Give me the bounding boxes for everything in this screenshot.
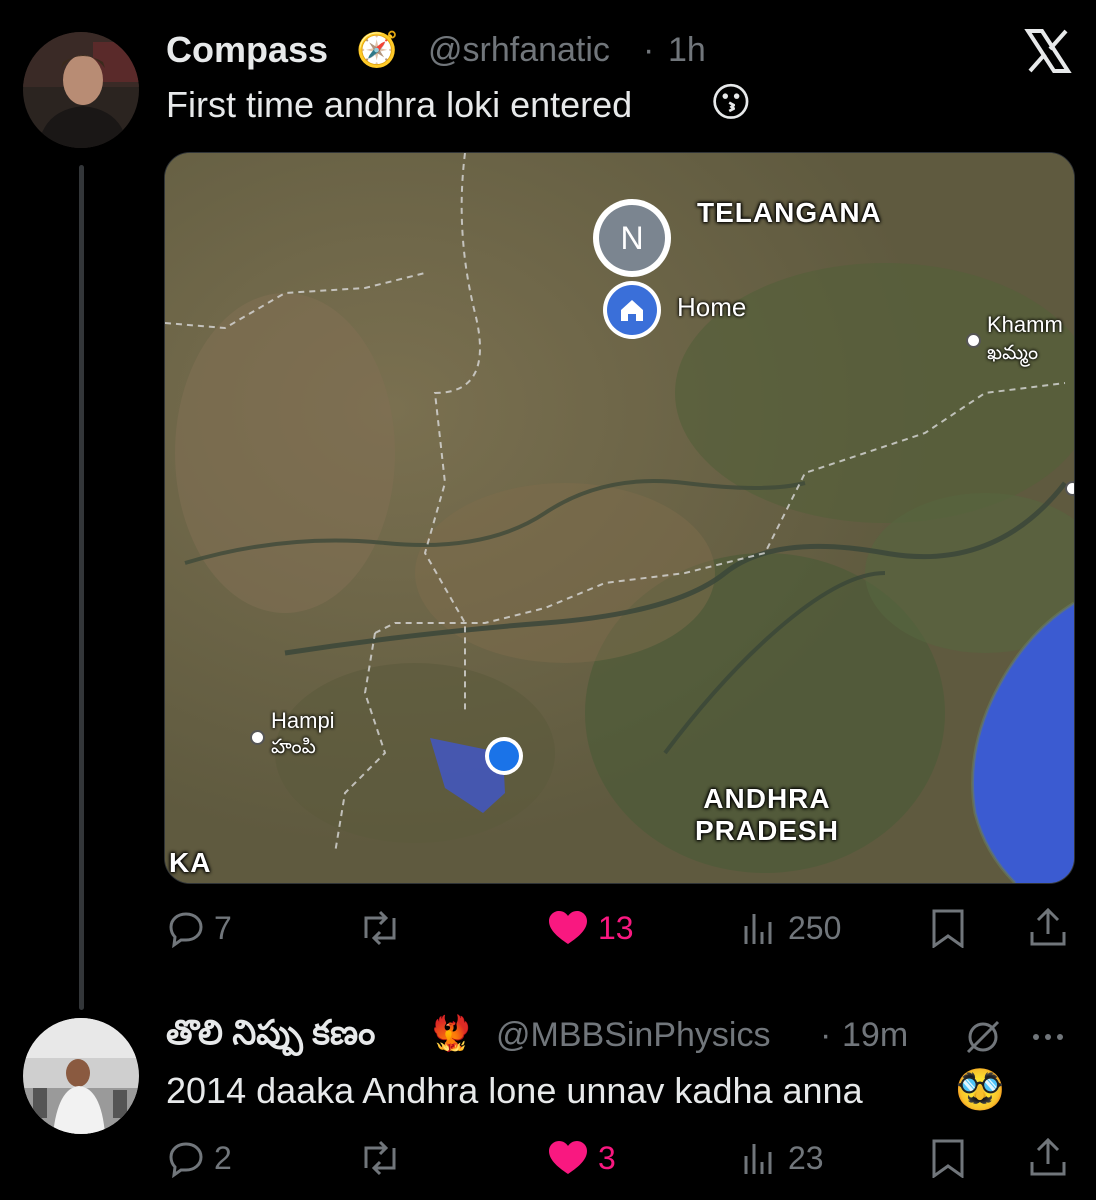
map-label-home: Home bbox=[677, 292, 747, 322]
reply-author-handle[interactable]: @MBBSinPhysics bbox=[496, 1016, 770, 1055]
reply-text: 2014 daaka Andhra lone unnav kadha anna bbox=[166, 1070, 863, 1111]
map-label-ka: KA bbox=[169, 847, 212, 878]
thread-line bbox=[79, 165, 84, 1010]
hampi-dot bbox=[250, 730, 265, 745]
avatar[interactable] bbox=[23, 32, 139, 148]
reply-bookmark-icon[interactable] bbox=[930, 1138, 966, 1183]
map-label-telangana: TELANGANA bbox=[697, 197, 882, 228]
more-options-icon[interactable] bbox=[1030, 1030, 1070, 1048]
reply-share-icon[interactable] bbox=[1028, 1136, 1068, 1183]
reply-views-button[interactable]: 23 bbox=[740, 1138, 824, 1178]
reply-like-button[interactable]: 3 bbox=[546, 1138, 616, 1178]
map-label-hampi: Hampi bbox=[271, 708, 335, 733]
views-icon bbox=[744, 1144, 772, 1174]
disguised-face-emoji-icon: 🥸 bbox=[955, 1068, 1005, 1112]
repost-icon bbox=[364, 1140, 396, 1176]
views-icon bbox=[744, 914, 772, 944]
close-icon[interactable] bbox=[1024, 27, 1072, 75]
reply-count: 7 bbox=[214, 909, 232, 946]
map-label-andhra-pradesh: ANDHRA PRADESH bbox=[695, 783, 839, 846]
share-icon[interactable] bbox=[1028, 906, 1068, 953]
home-marker-icon[interactable] bbox=[603, 281, 661, 339]
n-marker[interactable]: N bbox=[593, 199, 671, 277]
repost-button[interactable] bbox=[356, 908, 412, 948]
reply-icon bbox=[169, 912, 203, 948]
reply-icon bbox=[169, 1142, 203, 1178]
reply-reply-button[interactable]: 2 bbox=[166, 1138, 232, 1178]
khammam-dot bbox=[966, 333, 981, 348]
reply-views-count: 23 bbox=[788, 1139, 824, 1176]
reply-author-name[interactable]: తొలి నిప్పు కణం bbox=[166, 1014, 375, 1061]
bookmark-icon[interactable] bbox=[930, 908, 966, 953]
heart-icon bbox=[549, 1141, 587, 1174]
author-name[interactable]: Compass bbox=[166, 29, 328, 71]
n-marker-label: N bbox=[599, 205, 665, 271]
current-location-dot bbox=[485, 737, 523, 775]
compass-emoji-icon: 🧭 bbox=[356, 31, 399, 69]
reply-reply-count: 2 bbox=[214, 1139, 232, 1176]
kissing-face-emoji-icon: 😗 bbox=[710, 81, 752, 125]
phoenix-emoji-icon: 🐦‍🔥 bbox=[430, 1015, 473, 1053]
reply-separator-dot: · bbox=[820, 1016, 832, 1054]
map-label-hampi-telugu: హంపి bbox=[271, 736, 316, 758]
reply-button[interactable]: 7 bbox=[166, 908, 232, 948]
map-label-khammam: Khamm bbox=[987, 312, 1063, 337]
post-time[interactable]: 1h bbox=[668, 31, 706, 70]
reply-time[interactable]: 19m bbox=[842, 1016, 908, 1055]
map-label-khammam-telugu: ఖమ్మం bbox=[987, 342, 1039, 364]
like-button[interactable]: 13 bbox=[546, 908, 634, 948]
reply-like-count: 3 bbox=[598, 1139, 616, 1176]
heart-icon bbox=[549, 911, 587, 944]
like-count: 13 bbox=[598, 909, 634, 946]
author-handle[interactable]: @srhfanatic bbox=[428, 31, 610, 70]
views-count: 250 bbox=[788, 909, 842, 946]
map-image[interactable]: N TELANGANA Home Khamm ఖమ్మం Hampi హంపి … bbox=[164, 152, 1075, 884]
reply-avatar[interactable] bbox=[23, 1018, 139, 1134]
grok-icon[interactable] bbox=[964, 1018, 1002, 1061]
views-button[interactable]: 250 bbox=[740, 908, 841, 948]
separator-dot: · bbox=[643, 31, 655, 69]
post-text: First time andhra loki entered bbox=[166, 84, 633, 125]
repost-icon bbox=[364, 910, 396, 946]
reply-repost-button[interactable] bbox=[356, 1138, 412, 1178]
edge-dot bbox=[1065, 481, 1074, 496]
